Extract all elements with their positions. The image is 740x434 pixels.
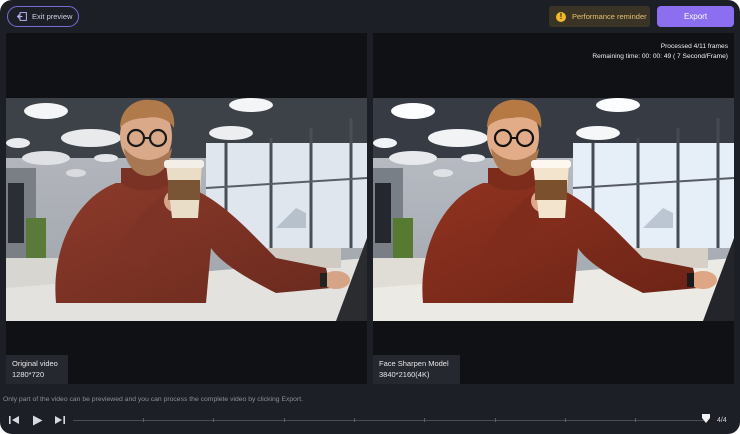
playback-controls: 4/4 (0, 408, 740, 432)
processed-video-resolution: 3840*2160(4K) (379, 370, 430, 379)
remaining-time: Remaining time: 00: 00: 49 ( 7 Second/Fr… (592, 52, 728, 60)
original-video-frame (6, 98, 367, 321)
playhead-handle[interactable] (701, 411, 711, 423)
timeline-tick (213, 418, 214, 422)
export-button[interactable]: Export (657, 6, 734, 27)
playhead-icon (702, 414, 710, 423)
exit-preview-label: Exit preview (32, 12, 73, 21)
timeline-tick (424, 418, 425, 422)
original-video-title: Original video (12, 359, 58, 368)
original-video-info: Original video 1280*720 (6, 355, 68, 384)
skip-back-icon (9, 416, 19, 424)
timeline-tick (143, 418, 144, 422)
original-video-resolution: 1280*720 (12, 370, 45, 379)
preview-window: Exit preview ! Performance reminder Expo… (0, 0, 740, 434)
previous-frame-button[interactable] (7, 413, 21, 427)
exit-preview-button[interactable]: Exit preview (7, 6, 79, 27)
timeline-tick (354, 418, 355, 422)
performance-reminder-label: Performance reminder (572, 12, 647, 21)
frame-page-count: 4/4 (717, 417, 727, 424)
timeline-tick (495, 418, 496, 422)
model-name: Face Sharpen Model (379, 359, 449, 368)
processed-video-panel: Processed 4/11 frames Remaining time: 00… (373, 33, 734, 384)
preview-hint-text: Only part of the video can be previewed … (3, 396, 303, 403)
skip-forward-icon (55, 416, 65, 424)
timeline-tick (284, 418, 285, 422)
processed-video-info: Face Sharpen Model 3840*2160(4K) (373, 355, 460, 384)
performance-reminder-button[interactable]: ! Performance reminder (549, 6, 650, 27)
processed-frames: Processed 4/11 frames (660, 43, 728, 50)
timeline-track[interactable] (73, 418, 706, 422)
next-frame-button[interactable] (53, 413, 67, 427)
timeline-tick (565, 418, 566, 422)
processing-status: Processed 4/11 frames Remaining time: 00… (592, 42, 728, 61)
top-toolbar: Exit preview ! Performance reminder Expo… (0, 0, 740, 32)
processed-video-frame (373, 98, 734, 321)
play-icon (32, 415, 42, 425)
play-button[interactable] (30, 413, 44, 427)
original-video-panel: Original video 1280*720 (6, 33, 367, 384)
timeline-tick (635, 418, 636, 422)
warning-icon: ! (556, 11, 566, 22)
exit-icon (17, 12, 27, 21)
